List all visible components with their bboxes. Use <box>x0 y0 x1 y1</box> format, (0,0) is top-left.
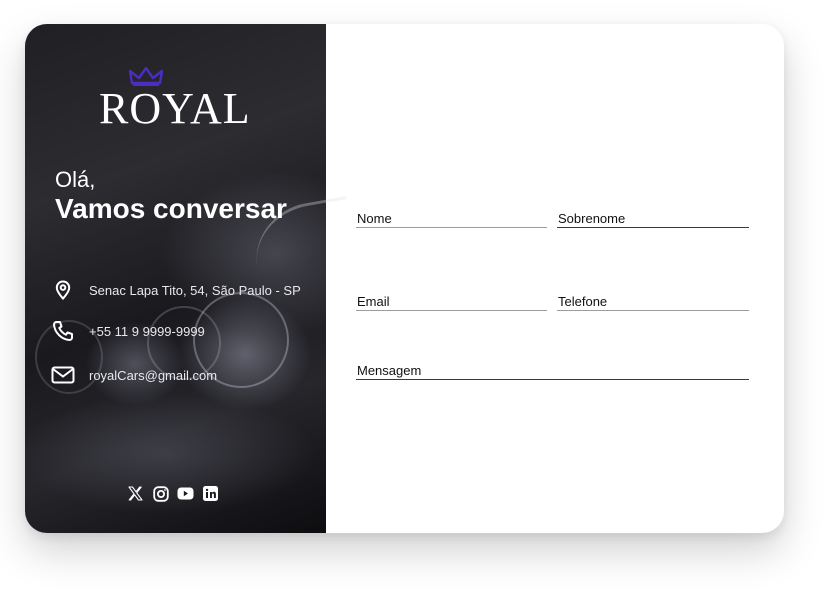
brand-logo: ROYAL <box>99 84 251 133</box>
x-icon[interactable] <box>127 485 144 502</box>
last-name-field[interactable]: Sobrenome <box>557 210 749 228</box>
phone-label: Telefone <box>558 294 608 309</box>
contact-phone: +55 11 9 9999-9999 <box>51 319 205 343</box>
last-name-label: Sobrenome <box>558 211 626 226</box>
email-text: royalCars@gmail.com <box>89 367 218 383</box>
youtube-icon[interactable] <box>177 485 194 502</box>
page-title: Vamos conversar <box>55 193 287 224</box>
greeting-text: Olá, <box>55 167 96 192</box>
phone-field[interactable]: Telefone <box>557 294 749 311</box>
social-links <box>127 485 219 502</box>
contact-address: Senac Lapa Tito, 54, São Paulo - SP <box>51 278 301 302</box>
contact-card: ROYAL Olá, Vamos conversar Senac Lapa Ti… <box>25 24 784 533</box>
message-label: Mensagem <box>357 363 422 378</box>
email-label: Email <box>357 294 390 309</box>
phone-icon <box>51 319 75 343</box>
instagram-icon[interactable] <box>152 485 169 502</box>
mail-icon <box>51 363 75 387</box>
email-field[interactable]: Email <box>356 294 547 311</box>
first-name-field[interactable]: Nome <box>356 210 547 228</box>
address-text: Senac Lapa Tito, 54, São Paulo - SP <box>89 282 301 298</box>
info-panel: ROYAL Olá, Vamos conversar Senac Lapa Ti… <box>25 24 363 533</box>
phone-text: +55 11 9 9999-9999 <box>89 323 205 339</box>
linkedin-icon[interactable] <box>202 485 219 502</box>
message-field[interactable]: Mensagem <box>356 363 749 380</box>
location-pin-icon <box>51 278 75 302</box>
first-name-label: Nome <box>357 211 392 226</box>
contact-email: royalCars@gmail.com <box>51 363 217 387</box>
